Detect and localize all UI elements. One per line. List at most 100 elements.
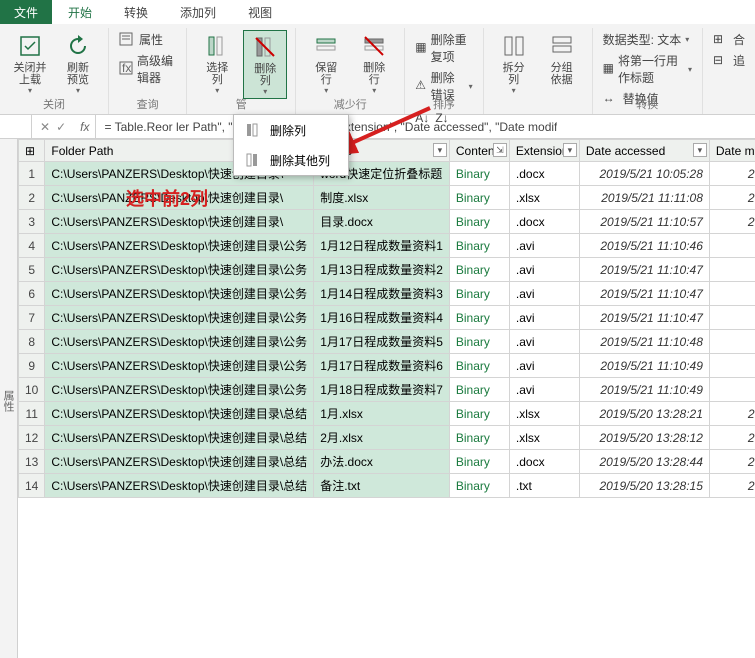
cell-content[interactable]: Binary [449,210,509,234]
refresh-preview-button[interactable]: 刷新 预览 ▾ [56,30,100,97]
close-upload-button[interactable]: 关闭并 上载 ▾ [8,30,52,97]
col-date-accessed[interactable]: Date accessed▾ [579,140,709,162]
col-date-modified[interactable]: Date m [709,140,755,162]
row-number[interactable]: 10 [19,378,45,402]
row-number[interactable]: 12 [19,426,45,450]
dropdown-remove-other-columns[interactable]: 删除其他列 [234,145,348,175]
table-row[interactable]: 4C:\Users\PANZERS\Desktop\快速创建目录\公务1月12日… [19,234,755,258]
row-number[interactable]: 9 [19,354,45,378]
split-column-button[interactable]: 拆分 列 ▾ [492,30,536,97]
tab-file[interactable]: 文件 [0,0,52,24]
row-number[interactable]: 5 [19,258,45,282]
cell-folder[interactable]: C:\Users\PANZERS\Desktop\快速创建目录\公务 [45,354,314,378]
cell-name[interactable]: 1月16日程成数量资料4 [314,306,450,330]
cell-modified[interactable] [709,306,755,330]
row-number[interactable]: 7 [19,306,45,330]
cell-content[interactable]: Binary [449,426,509,450]
cell-accessed[interactable]: 2019/5/20 13:28:15 [579,474,709,498]
cell-content[interactable]: Binary [449,258,509,282]
cell-modified[interactable] [709,234,755,258]
cell-folder[interactable]: C:\Users\PANZERS\Desktop\快速创建目录\ [45,210,314,234]
cell-content[interactable]: Binary [449,402,509,426]
dropdown-remove-columns[interactable]: 删除列 [234,115,348,145]
cell-accessed[interactable]: 2019/5/20 13:28:21 [579,402,709,426]
cell-folder[interactable]: C:\Users\PANZERS\Desktop\快速创建目录\ [45,186,314,210]
table-row[interactable]: 13C:\Users\PANZERS\Desktop\快速创建目录\总结办法.d… [19,450,755,474]
properties-pane-label[interactable]: 属性 [0,139,18,658]
table-row[interactable]: 11C:\Users\PANZERS\Desktop\快速创建目录\总结1月.x… [19,402,755,426]
cell-content[interactable]: Binary [449,354,509,378]
cell-modified[interactable]: 2 [709,426,755,450]
cell-modified[interactable]: 2 [709,474,755,498]
cell-name[interactable]: 制度.xlsx [314,186,450,210]
properties-button[interactable]: 属性 [117,30,165,49]
table-row[interactable]: 7C:\Users\PANZERS\Desktop\快速创建目录\公务1月16日… [19,306,755,330]
table-row[interactable]: 8C:\Users\PANZERS\Desktop\快速创建目录\公务1月17日… [19,330,755,354]
cell-accessed[interactable]: 2019/5/20 13:28:44 [579,450,709,474]
table-row[interactable]: 3C:\Users\PANZERS\Desktop\快速创建目录\目录.docx… [19,210,755,234]
cell-modified[interactable] [709,378,755,402]
cancel-icon[interactable]: ✕ [40,120,50,134]
cell-accessed[interactable]: 2019/5/21 11:11:08 [579,186,709,210]
row-number[interactable]: 14 [19,474,45,498]
filter-icon[interactable]: ▾ [693,143,707,157]
cell-name[interactable]: 1月12日程成数量资料1 [314,234,450,258]
group-by-button[interactable]: 分组 依据 [540,30,584,88]
cell-extension[interactable]: .xlsx [509,402,579,426]
cell-name[interactable]: 1月17日程成数量资料5 [314,330,450,354]
keep-rows-button[interactable]: 保留 行 ▾ [304,30,348,97]
cell-extension[interactable]: .avi [509,282,579,306]
remove-duplicates-button[interactable]: ▦删除重复项 [413,30,474,66]
cell-extension[interactable]: .avi [509,354,579,378]
cell-modified[interactable]: 2 [709,450,755,474]
cell-accessed[interactable]: 2019/5/21 11:10:47 [579,306,709,330]
cell-content[interactable]: Binary [449,450,509,474]
cell-accessed[interactable]: 2019/5/21 11:10:57 [579,210,709,234]
data-table-wrap[interactable]: ⊞ Folder Path▾ Name▾ Content⇲ Extension▾… [18,139,755,658]
remove-rows-button[interactable]: 删除 行 ▾ [352,30,396,97]
cell-name[interactable]: 1月.xlsx [314,402,450,426]
cell-name[interactable]: 目录.docx [314,210,450,234]
table-row[interactable]: 6C:\Users\PANZERS\Desktop\快速创建目录\公务1月14日… [19,282,755,306]
cell-extension[interactable]: .avi [509,306,579,330]
table-row[interactable]: 1C:\Users\PANZERS\Desktop\快速创建目录\word快速定… [19,162,755,186]
cell-content[interactable]: Binary [449,186,509,210]
tab-convert[interactable]: 转换 [108,0,164,24]
cell-modified[interactable]: 2 [709,186,755,210]
row-number[interactable]: 3 [19,210,45,234]
cell-name[interactable]: 2月.xlsx [314,426,450,450]
cell-folder[interactable]: C:\Users\PANZERS\Desktop\快速创建目录\公务 [45,330,314,354]
cell-extension[interactable]: .txt [509,474,579,498]
col-extension[interactable]: Extension▾ [509,140,579,162]
cell-modified[interactable] [709,330,755,354]
row-number[interactable]: 6 [19,282,45,306]
fx-label[interactable]: fx [74,115,96,138]
cell-accessed[interactable]: 2019/5/21 11:10:49 [579,378,709,402]
cell-modified[interactable] [709,282,755,306]
tab-home[interactable]: 开始 [52,0,108,24]
formula-name-box[interactable] [0,115,32,138]
cell-name[interactable]: 备注.txt [314,474,450,498]
cell-modified[interactable]: 2 [709,402,755,426]
table-row[interactable]: 12C:\Users\PANZERS\Desktop\快速创建目录\总结2月.x… [19,426,755,450]
cell-folder[interactable]: C:\Users\PANZERS\Desktop\快速创建目录\总结 [45,474,314,498]
cell-content[interactable]: Binary [449,474,509,498]
cell-modified[interactable] [709,354,755,378]
cell-accessed[interactable]: 2019/5/21 11:10:47 [579,282,709,306]
table-row[interactable]: 14C:\Users\PANZERS\Desktop\快速创建目录\总结备注.t… [19,474,755,498]
table-row[interactable]: 2 C:\Users\PANZERS\Desktop\快速创建目录\制度.xlsx… [19,186,755,210]
filter-icon[interactable]: ▾ [433,143,447,157]
cell-accessed[interactable]: 2019/5/21 10:05:28 [579,162,709,186]
cell-folder[interactable]: C:\Users\PANZERS\Desktop\快速创建目录\公务 [45,234,314,258]
table-row[interactable]: 5C:\Users\PANZERS\Desktop\快速创建目录\公务1月13日… [19,258,755,282]
first-row-header-button[interactable]: ▦将第一行用作标题▾ [601,51,694,87]
append-button[interactable]: ⊟追 [711,51,747,70]
cell-name[interactable]: 1月13日程成数量资料2 [314,258,450,282]
advanced-editor-button[interactable]: fx高级编辑器 [117,51,178,87]
cell-extension[interactable]: .docx [509,450,579,474]
table-row[interactable]: 9C:\Users\PANZERS\Desktop\快速创建目录\公务1月17日… [19,354,755,378]
cell-content[interactable]: Binary [449,282,509,306]
select-columns-button[interactable]: 选择 列 ▾ [195,30,239,97]
cell-extension[interactable]: .avi [509,258,579,282]
expand-icon[interactable]: ⇲ [493,143,507,157]
